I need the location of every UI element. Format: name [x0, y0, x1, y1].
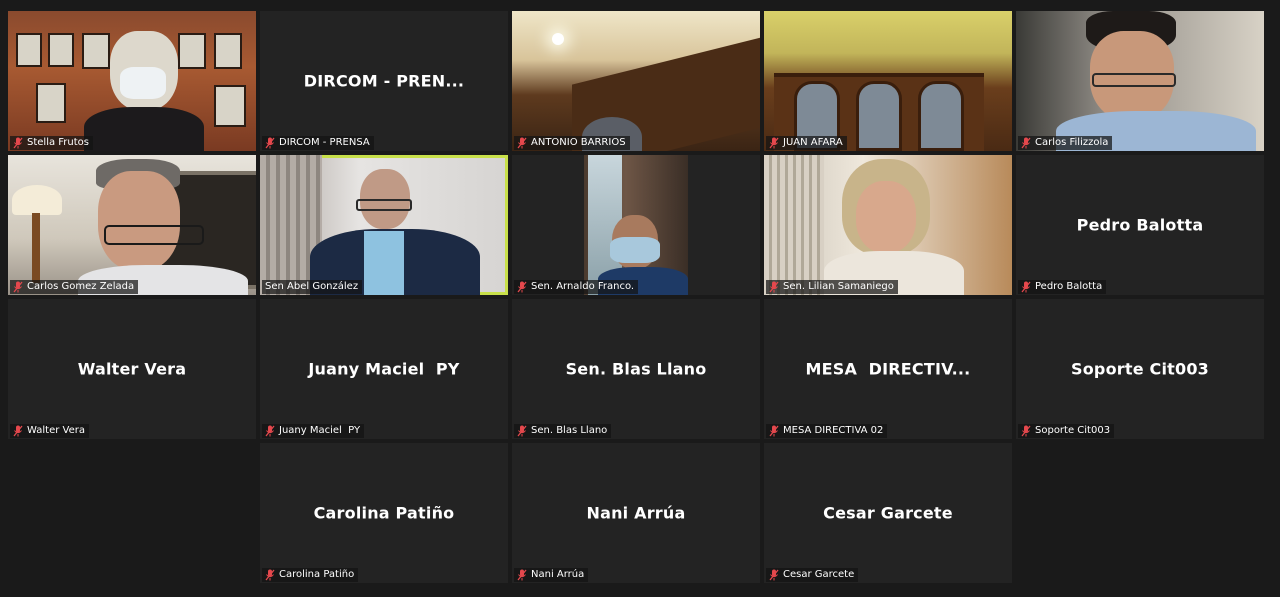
microphone-muted-icon: [769, 425, 779, 437]
participant-name: DIRCOM - PRENSA: [279, 137, 370, 148]
participant-name-label: JUAN AFARA: [766, 136, 847, 150]
participant-display-name: Carolina Patiño: [313, 503, 455, 523]
participant-tile-carlos-gomez-zelada[interactable]: Carlos Gomez Zelada: [8, 155, 256, 295]
participant-tile-walter-vera[interactable]: Walter Vera Walter Vera: [8, 299, 256, 439]
participant-name-label: Soporte Cit003: [1018, 424, 1115, 438]
microphone-muted-icon: [517, 137, 527, 149]
participant-name: ANTONIO BARRIOS: [531, 137, 626, 148]
participant-tile-soporte-cit003[interactable]: Soporte Cit003 Soporte Cit003: [1016, 299, 1264, 439]
participant-name-label: Cesar Garcete: [766, 568, 859, 582]
participant-name-label: Nani Arrúa: [514, 568, 589, 582]
participant-name-label: MESA DIRECTIVA 02: [766, 424, 888, 438]
participant-name: Carlos Gomez Zelada: [27, 281, 135, 292]
participant-name: Soporte Cit003: [1035, 425, 1111, 436]
microphone-muted-icon: [265, 569, 275, 581]
participant-display-name: Sen. Blas Llano: [565, 359, 707, 379]
participant-tile-juan-afara[interactable]: JUAN AFARA: [764, 11, 1012, 151]
participant-name-label: Sen. Arnaldo Franco.: [514, 280, 639, 294]
microphone-muted-icon: [265, 425, 275, 437]
participant-name: Carlos Filizzola: [1035, 137, 1109, 148]
participant-name-label: DIRCOM - PRENSA: [262, 136, 374, 150]
microphone-muted-icon: [13, 137, 23, 149]
participant-display-name: Pedro Balotta: [1076, 215, 1204, 235]
participant-name: Sen. Lilian Samaniego: [783, 281, 894, 292]
participant-display-name: Juany Maciel PY: [308, 359, 460, 379]
participant-tile-sen-lilian-samaniego[interactable]: Sen. Lilian Samaniego: [764, 155, 1012, 295]
participant-name: JUAN AFARA: [783, 137, 843, 148]
participant-tile-dircom-prensa[interactable]: DIRCOM - PREN... DIRCOM - PRENSA: [260, 11, 508, 151]
participant-name-label: Carolina Patiño: [262, 568, 359, 582]
microphone-muted-icon: [517, 569, 527, 581]
participant-name-label: Sen Abel González: [262, 280, 363, 294]
participant-name-label: Stella Frutos: [10, 136, 94, 150]
participant-tile-sen-blas-llano[interactable]: Sen. Blas Llano Sen. Blas Llano: [512, 299, 760, 439]
microphone-muted-icon: [1021, 425, 1031, 437]
participant-name: Sen. Blas Llano: [531, 425, 608, 436]
participant-name: MESA DIRECTIVA 02: [783, 425, 884, 436]
microphone-muted-icon: [769, 569, 779, 581]
participant-tile-sen-arnaldo-franco[interactable]: Sen. Arnaldo Franco.: [512, 155, 760, 295]
participant-display-name: Walter Vera: [77, 359, 187, 379]
microphone-muted-icon: [13, 281, 23, 293]
microphone-muted-icon: [265, 137, 275, 149]
microphone-muted-icon: [769, 281, 779, 293]
participant-name-label: Juany Maciel PY: [262, 424, 365, 438]
participant-name: Cesar Garcete: [783, 569, 855, 580]
microphone-muted-icon: [1021, 281, 1031, 293]
participant-name-label: Walter Vera: [10, 424, 89, 438]
participant-display-name: Nani Arrúa: [586, 503, 686, 523]
participant-name-label: Sen. Lilian Samaniego: [766, 280, 898, 294]
participant-name-label: ANTONIO BARRIOS: [514, 136, 630, 150]
participant-name: Pedro Balotta: [1035, 281, 1103, 292]
participant-display-name: Cesar Garcete: [823, 503, 953, 523]
participant-name: Sen. Arnaldo Franco.: [531, 281, 635, 292]
participant-name: Walter Vera: [27, 425, 85, 436]
participant-name-label: Sen. Blas Llano: [514, 424, 612, 438]
participant-name: Carolina Patiño: [279, 569, 355, 580]
microphone-muted-icon: [13, 425, 23, 437]
participant-tile-carlos-filizzola[interactable]: Carlos Filizzola: [1016, 11, 1264, 151]
participant-tile-mesa-directiva-02[interactable]: MESA DIRECTIV... MESA DIRECTIVA 02: [764, 299, 1012, 439]
participant-display-name: Soporte Cit003: [1071, 359, 1209, 379]
participant-name: Stella Frutos: [27, 137, 90, 148]
participant-name-label: Carlos Gomez Zelada: [10, 280, 139, 294]
participant-tile-sen-abel-gonzalez[interactable]: Sen Abel González: [260, 155, 508, 295]
microphone-muted-icon: [517, 425, 527, 437]
participant-name-label: Carlos Filizzola: [1018, 136, 1113, 150]
video-gallery: Stella Frutos DIRCOM - PREN... DIRCOM - …: [0, 0, 1280, 597]
participant-tile-stella-frutos[interactable]: Stella Frutos: [8, 11, 256, 151]
participant-name: Juany Maciel PY: [279, 425, 361, 436]
participant-tile-juany-maciel-py[interactable]: Juany Maciel PY Juany Maciel PY: [260, 299, 508, 439]
participant-display-name: MESA DIRECTIV...: [805, 359, 971, 379]
participant-name-label: Pedro Balotta: [1018, 280, 1107, 294]
participant-tile-antonio-barrios[interactable]: ANTONIO BARRIOS: [512, 11, 760, 151]
participant-name: Sen Abel González: [265, 281, 359, 292]
microphone-muted-icon: [769, 137, 779, 149]
participant-tile-cesar-garcete[interactable]: Cesar Garcete Cesar Garcete: [764, 443, 1012, 583]
microphone-muted-icon: [1021, 137, 1031, 149]
participant-display-name: DIRCOM - PREN...: [303, 71, 465, 91]
participant-tile-carolina-patino[interactable]: Carolina Patiño Carolina Patiño: [260, 443, 508, 583]
microphone-muted-icon: [517, 281, 527, 293]
participant-name: Nani Arrúa: [531, 569, 585, 580]
participant-tile-pedro-balotta[interactable]: Pedro Balotta Pedro Balotta: [1016, 155, 1264, 295]
participant-tile-nani-arrua[interactable]: Nani Arrúa Nani Arrúa: [512, 443, 760, 583]
